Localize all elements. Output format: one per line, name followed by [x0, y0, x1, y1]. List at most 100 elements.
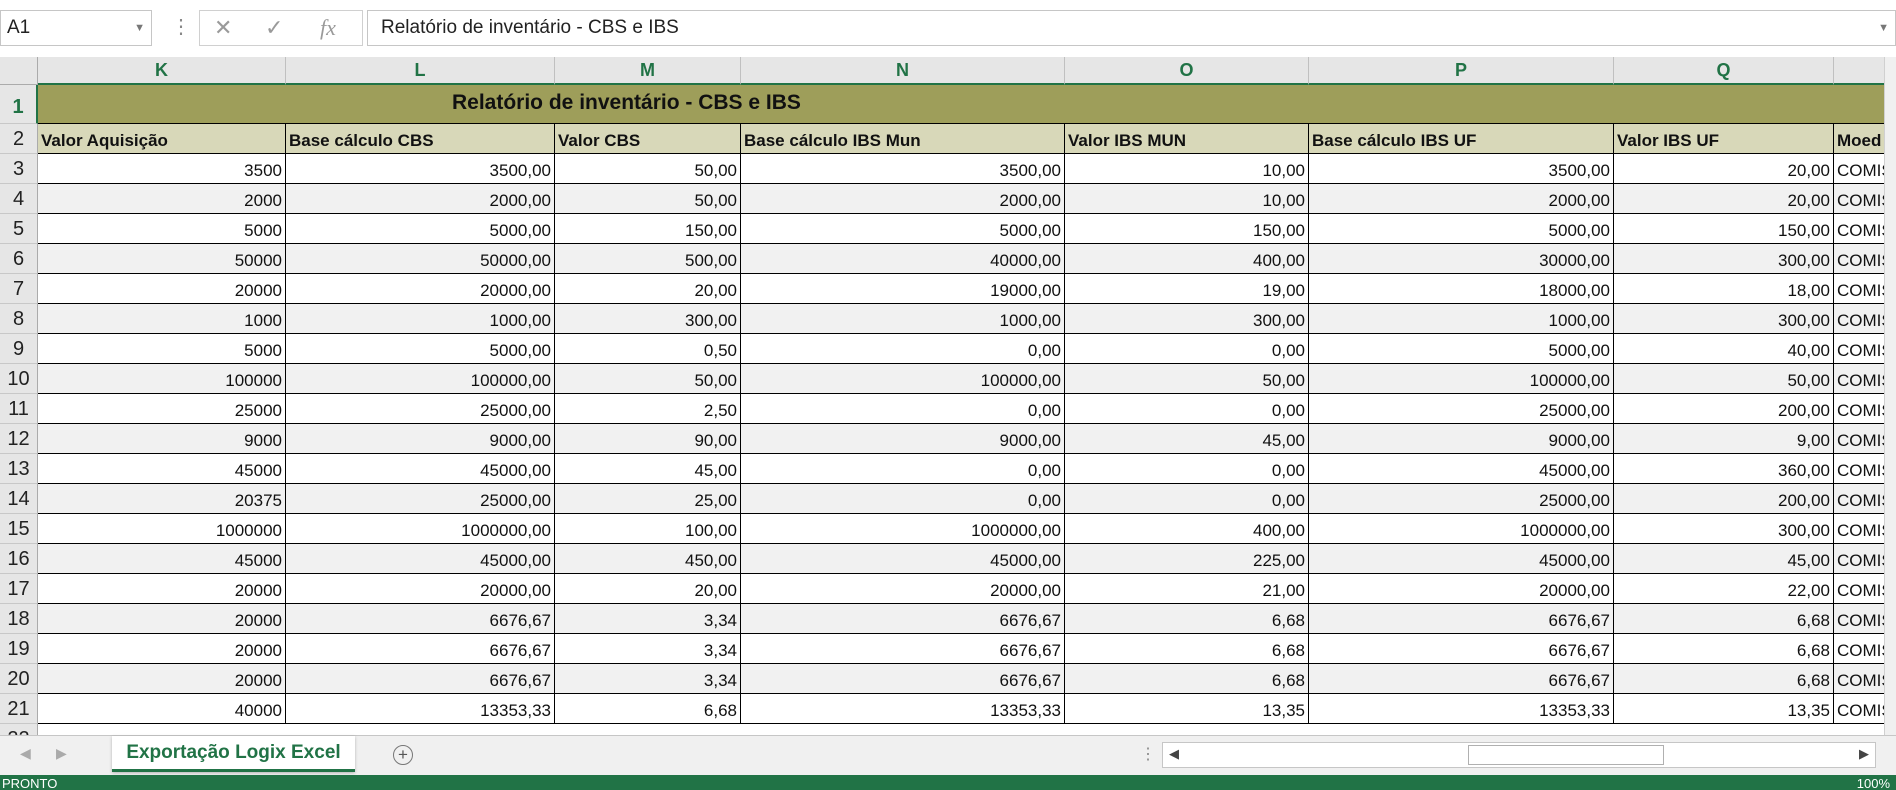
data-cell[interactable]: 13,35	[1065, 694, 1309, 724]
column-title-cell[interactable]: Valor Aquisição	[38, 124, 286, 154]
row-header[interactable]: 15	[0, 514, 38, 544]
row-header[interactable]: 13	[0, 454, 38, 484]
data-cell[interactable]: 20000,00	[1309, 574, 1614, 604]
select-all-corner[interactable]	[0, 57, 38, 85]
column-title-cell[interactable]: Base cálculo IBS Mun	[741, 124, 1065, 154]
data-cell[interactable]: 1000,00	[741, 304, 1065, 334]
row-header[interactable]: 21	[0, 694, 38, 724]
row-header[interactable]: 20	[0, 664, 38, 694]
data-cell[interactable]: 6676,67	[741, 604, 1065, 634]
data-cell[interactable]: 45000,00	[1309, 454, 1614, 484]
data-cell[interactable]: 3500	[38, 154, 286, 184]
data-cell[interactable]: 50,00	[555, 154, 741, 184]
data-cell[interactable]: 6,68	[1065, 604, 1309, 634]
data-cell[interactable]: 25,00	[555, 484, 741, 514]
data-cell[interactable]: 20,00	[1614, 154, 1834, 184]
row-header[interactable]: 8	[0, 304, 38, 334]
column-header[interactable]: M	[555, 57, 741, 85]
row-header[interactable]: 9	[0, 334, 38, 364]
column-title-cell[interactable]: Base cálculo CBS	[286, 124, 555, 154]
data-cell[interactable]: 18,00	[1614, 274, 1834, 304]
data-cell[interactable]: 45000	[38, 544, 286, 574]
data-cell[interactable]: 45000,00	[286, 454, 555, 484]
data-cell[interactable]: 45000,00	[741, 544, 1065, 574]
data-cell[interactable]: 20375	[38, 484, 286, 514]
row-header[interactable]: 2	[0, 124, 38, 154]
data-cell[interactable]: 20000,00	[286, 274, 555, 304]
data-cell[interactable]: 25000	[38, 394, 286, 424]
data-cell[interactable]: 3,34	[555, 634, 741, 664]
add-sheet-icon[interactable]: +	[393, 745, 413, 765]
column-title-cell[interactable]: Valor IBS MUN	[1065, 124, 1309, 154]
data-cell[interactable]: 40,00	[1614, 334, 1834, 364]
name-box[interactable]: A1 ▼	[0, 10, 152, 46]
data-cell[interactable]: 13,35	[1614, 694, 1834, 724]
column-header[interactable]: O	[1065, 57, 1309, 85]
data-cell[interactable]: 6676,67	[1309, 604, 1614, 634]
column-header[interactable]: Q	[1614, 57, 1834, 85]
column-title-cell[interactable]: Valor CBS	[555, 124, 741, 154]
row-header[interactable]: 10	[0, 364, 38, 394]
data-cell[interactable]: 1000000	[38, 514, 286, 544]
data-cell[interactable]: 25000,00	[1309, 484, 1614, 514]
data-cell[interactable]: 50,00	[1065, 364, 1309, 394]
data-cell[interactable]: 25000,00	[1309, 394, 1614, 424]
data-cell[interactable]: 300,00	[1614, 244, 1834, 274]
data-cell[interactable]: 200,00	[1614, 394, 1834, 424]
data-cell[interactable]: 2000	[38, 184, 286, 214]
data-cell[interactable]: 9000,00	[1309, 424, 1614, 454]
data-cell[interactable]: 2000,00	[741, 184, 1065, 214]
chevron-down-icon[interactable]: ▼	[134, 11, 145, 45]
data-cell[interactable]: 6,68	[555, 694, 741, 724]
data-cell[interactable]: 13353,33	[741, 694, 1065, 724]
data-cell[interactable]: 0,00	[741, 484, 1065, 514]
data-cell[interactable]: 3500,00	[286, 154, 555, 184]
data-cell[interactable]: 45000,00	[1309, 544, 1614, 574]
data-cell[interactable]: 200,00	[1614, 484, 1834, 514]
data-cell[interactable]: 150,00	[1614, 214, 1834, 244]
data-cell[interactable]: 45000,00	[286, 544, 555, 574]
row-header[interactable]: 6	[0, 244, 38, 274]
data-cell[interactable]: 20000,00	[741, 574, 1065, 604]
data-cell[interactable]: 6676,67	[741, 664, 1065, 694]
row-header[interactable]: 12	[0, 424, 38, 454]
data-cell[interactable]: 9000,00	[741, 424, 1065, 454]
data-cell[interactable]: 20,00	[1614, 184, 1834, 214]
row-header[interactable]: 19	[0, 634, 38, 664]
data-cell[interactable]: 2000,00	[1309, 184, 1614, 214]
data-cell[interactable]: 90,00	[555, 424, 741, 454]
data-cell[interactable]: 0,00	[1065, 454, 1309, 484]
data-cell[interactable]: 50,00	[1614, 364, 1834, 394]
row-header[interactable]: 1	[0, 85, 38, 124]
more-options-icon[interactable]: ⋮	[1140, 744, 1156, 764]
data-cell[interactable]: 5000	[38, 334, 286, 364]
data-cell[interactable]: 300,00	[1065, 304, 1309, 334]
data-cell[interactable]: 45,00	[1065, 424, 1309, 454]
vertical-scrollbar[interactable]	[1884, 57, 1896, 735]
data-cell[interactable]: 100000,00	[1309, 364, 1614, 394]
data-cell[interactable]: 225,00	[1065, 544, 1309, 574]
data-cell[interactable]: 3500,00	[741, 154, 1065, 184]
data-cell[interactable]: 45,00	[555, 454, 741, 484]
data-cell[interactable]: 20,00	[555, 574, 741, 604]
row-header[interactable]: 16	[0, 544, 38, 574]
data-cell[interactable]: 20000	[38, 574, 286, 604]
data-cell[interactable]: 6676,67	[1309, 634, 1614, 664]
data-cell[interactable]: 10,00	[1065, 154, 1309, 184]
data-cell[interactable]: 0,00	[1065, 394, 1309, 424]
data-cell[interactable]: 9000	[38, 424, 286, 454]
data-cell[interactable]: 300,00	[1614, 514, 1834, 544]
data-cell[interactable]: 45,00	[1614, 544, 1834, 574]
data-cell[interactable]: 1000000,00	[741, 514, 1065, 544]
column-title-cell[interactable]: Valor IBS UF	[1614, 124, 1834, 154]
chevron-down-icon[interactable]: ▼	[1878, 11, 1889, 45]
enter-icon[interactable]: ✓	[265, 15, 283, 41]
row-header[interactable]: 22	[0, 724, 38, 735]
data-cell[interactable]: 20000	[38, 604, 286, 634]
data-cell[interactable]: 6,68	[1614, 634, 1834, 664]
data-cell[interactable]: 3,34	[555, 604, 741, 634]
formula-input[interactable]: Relatório de inventário - CBS e IBS ▼	[367, 10, 1896, 46]
cancel-icon[interactable]: ✕	[214, 15, 232, 41]
data-cell[interactable]: 21,00	[1065, 574, 1309, 604]
data-cell[interactable]: 6,68	[1614, 604, 1834, 634]
